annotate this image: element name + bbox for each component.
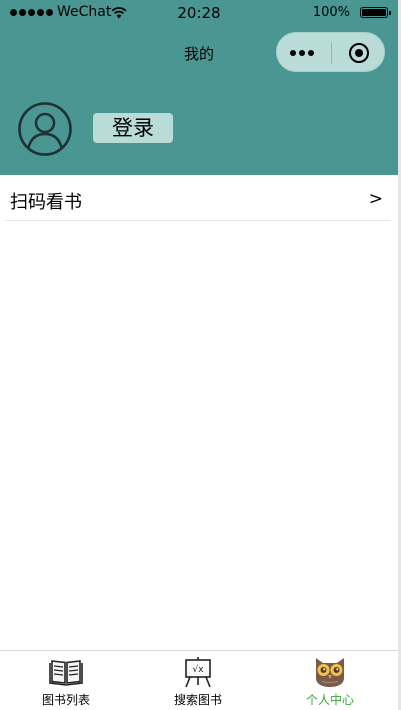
tab-personal-center[interactable]: 个人中心 [264, 651, 396, 710]
capsule-divider [331, 42, 332, 64]
avatar-icon[interactable] [17, 101, 73, 157]
battery-icon [360, 7, 391, 18]
tab-label: 个人中心 [305, 693, 354, 707]
chevron-right-icon: > [368, 189, 383, 209]
tab-label: 搜索图书 [173, 693, 222, 707]
header: WeChat 20:28 100% 我的 登录 [0, 0, 398, 175]
more-icon[interactable] [290, 50, 314, 56]
screen: WeChat 20:28 100% 我的 登录 扫码看书 > 图书列表 √x 搜… [0, 0, 401, 710]
tab-bar: 图书列表 √x 搜索图书 个人中心 [0, 650, 398, 710]
battery-percent: 100% [312, 5, 350, 20]
book-icon [49, 660, 83, 686]
svg-text:√x: √x [192, 664, 204, 675]
close-icon[interactable] [348, 42, 370, 64]
owl-icon [316, 658, 344, 687]
mini-program-capsule [276, 32, 385, 72]
menu-item-scan-book[interactable]: 扫码看书 > [5, 177, 391, 221]
easel-icon: √x [185, 657, 211, 688]
tab-label: 图书列表 [41, 693, 90, 707]
tab-search-books[interactable]: √x 搜索图书 [132, 651, 264, 710]
menu-item-label: 扫码看书 [10, 192, 82, 213]
status-bar: WeChat 20:28 100% [0, 0, 398, 26]
login-button[interactable]: 登录 [93, 113, 173, 143]
tab-book-list[interactable]: 图书列表 [0, 651, 132, 710]
